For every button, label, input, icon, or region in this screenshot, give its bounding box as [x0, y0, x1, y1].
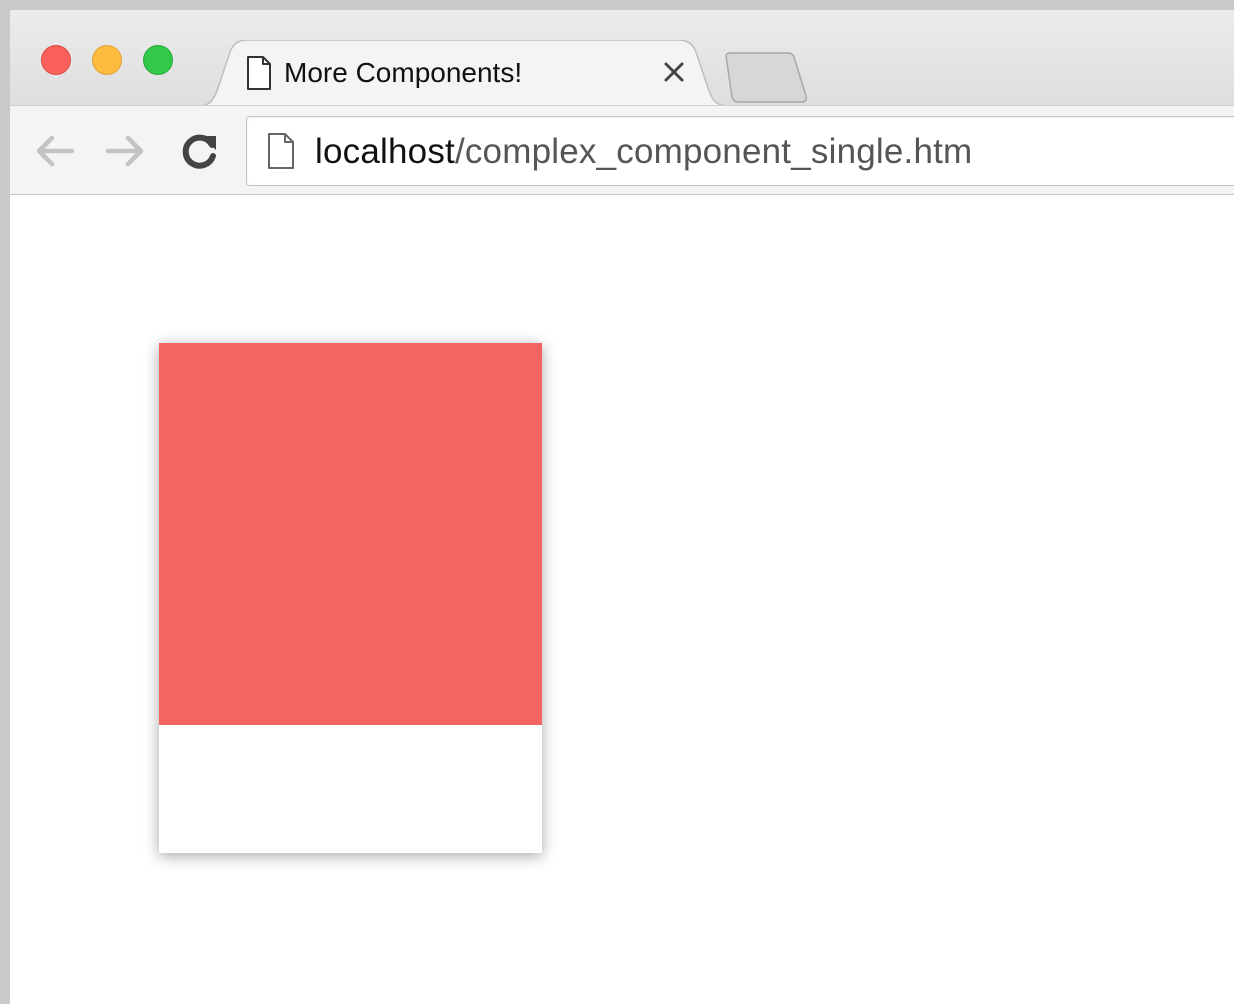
tab-strip: More Components! — [10, 10, 1234, 110]
page-icon — [247, 56, 271, 90]
page-icon — [268, 133, 294, 169]
card-label-area — [159, 725, 542, 853]
url-text[interactable]: localhost/complex_component_single.htm — [315, 131, 972, 173]
url-path: /complex_component_single.htm — [454, 132, 973, 171]
tab-close-icon[interactable] — [660, 58, 688, 86]
close-window-icon[interactable] — [41, 45, 71, 75]
new-tab-button[interactable] — [716, 52, 808, 104]
browser-window: More Components! localhost/complex_compo… — [10, 10, 1234, 1004]
tab-title: More Components! — [284, 57, 523, 88]
page-viewport — [10, 195, 1234, 1004]
component-card — [159, 343, 542, 853]
back-arrow-icon[interactable] — [32, 128, 78, 174]
forward-arrow-icon[interactable] — [102, 128, 148, 174]
url-host: localhost — [315, 132, 455, 171]
minimize-window-icon[interactable] — [92, 45, 122, 75]
tab-active[interactable]: More Components! — [198, 40, 728, 110]
color-square — [159, 343, 542, 725]
address-bar[interactable]: localhost/complex_component_single.htm — [246, 116, 1234, 186]
reload-icon[interactable] — [176, 128, 222, 174]
maximize-window-icon[interactable] — [143, 45, 173, 75]
toolbar: localhost/complex_component_single.htm — [10, 105, 1234, 195]
